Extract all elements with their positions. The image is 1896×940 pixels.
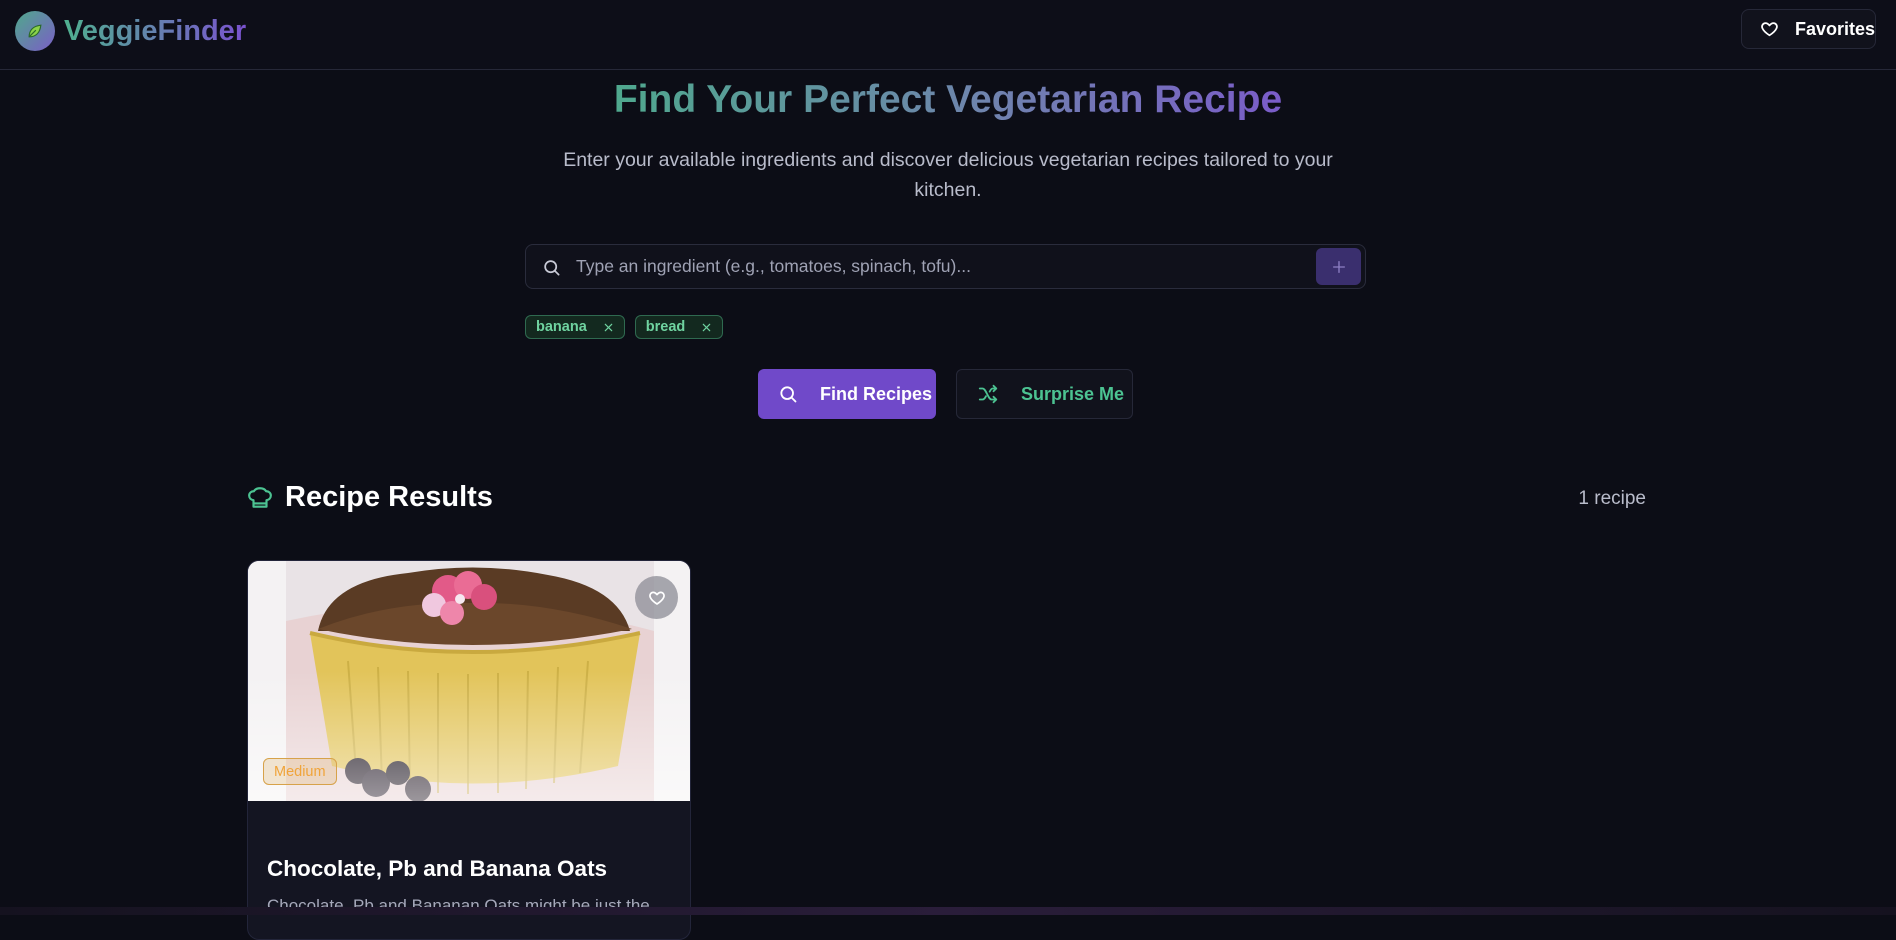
page-title: Find Your Perfect Vegetarian Recipe bbox=[0, 78, 1896, 122]
difficulty-badge: Medium bbox=[263, 758, 337, 785]
heart-icon bbox=[648, 591, 665, 605]
ingredient-chips: banana bread bbox=[525, 315, 724, 339]
favorites-label: Favorites bbox=[1794, 18, 1875, 39]
results-header: Recipe Results bbox=[247, 481, 493, 514]
surprise-me-button[interactable]: Surprise Me bbox=[956, 369, 1133, 419]
remove-ingredient-close-icon[interactable] bbox=[701, 322, 712, 333]
ingredient-search bbox=[525, 244, 1366, 289]
favorite-toggle-button[interactable] bbox=[635, 576, 678, 619]
find-recipes-button[interactable]: Find Recipes bbox=[758, 369, 936, 419]
chef-hat-icon bbox=[248, 486, 272, 508]
ingredient-chip-label: banana bbox=[536, 319, 587, 335]
ingredient-chip-label: bread bbox=[645, 319, 686, 335]
search-icon bbox=[544, 260, 560, 276]
bottom-edge-bar bbox=[0, 907, 1896, 915]
search-icon bbox=[780, 386, 797, 403]
app-logo[interactable]: VeggieFinder bbox=[15, 10, 246, 52]
app-name: VeggieFinder bbox=[64, 14, 247, 47]
ingredient-chip: banana bbox=[525, 315, 625, 339]
recipe-title[interactable]: Chocolate, Pb and Banana Oats bbox=[267, 856, 607, 882]
results-count: 1 recipe bbox=[1578, 488, 1646, 509]
shuffle-icon bbox=[978, 384, 998, 404]
recipe-image: Medium bbox=[248, 561, 690, 801]
plus-icon bbox=[1332, 260, 1345, 273]
top-navbar: VeggieFinder Favorites bbox=[0, 0, 1896, 70]
ingredient-chip: bread bbox=[634, 315, 724, 339]
page-title-text: Find Your Perfect Vegetarian Recipe bbox=[613, 78, 1283, 121]
remove-ingredient-close-icon[interactable] bbox=[603, 322, 614, 333]
surprise-me-label: Surprise Me bbox=[1021, 383, 1125, 404]
find-recipes-label: Find Recipes bbox=[820, 383, 933, 404]
leaf-icon bbox=[15, 11, 55, 51]
ingredient-input[interactable] bbox=[576, 245, 1316, 288]
results-title: Recipe Results bbox=[285, 481, 493, 513]
page-subtitle: Enter your available ingredients and dis… bbox=[563, 149, 1333, 201]
add-ingredient-button[interactable] bbox=[1316, 248, 1361, 285]
heart-icon bbox=[1761, 22, 1778, 37]
recipe-card[interactable]: Medium Chocolate, Pb and Banana Oats Cho… bbox=[247, 560, 691, 940]
favorites-button[interactable]: Favorites bbox=[1741, 9, 1876, 49]
